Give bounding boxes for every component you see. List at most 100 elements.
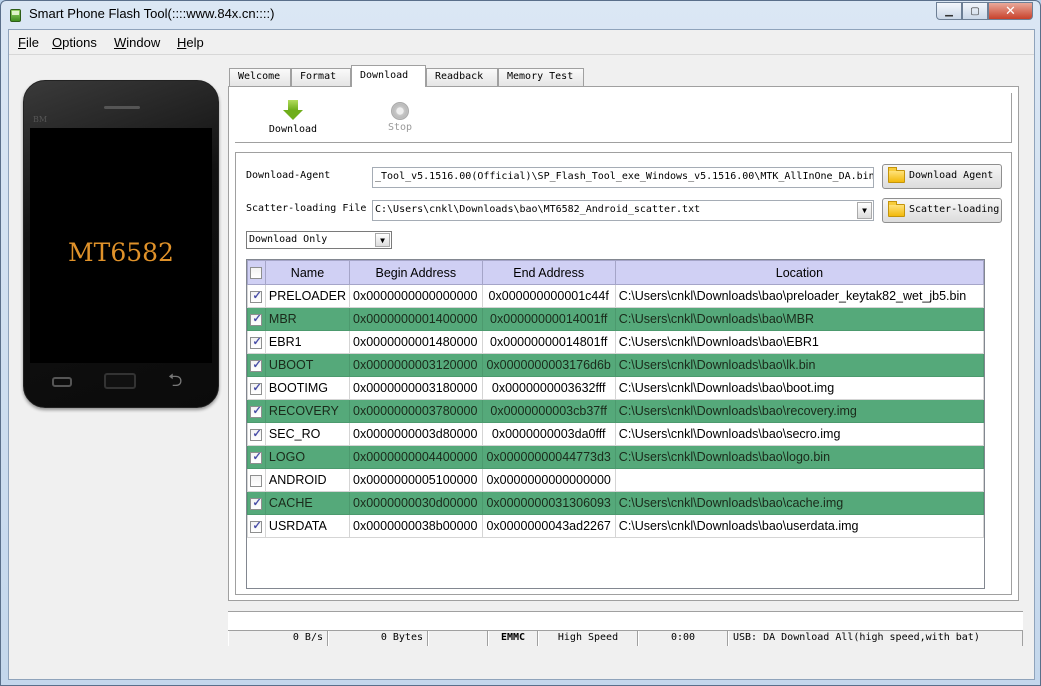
stop-icon [391, 102, 409, 120]
chevron-down-icon[interactable]: ▼ [375, 233, 390, 247]
row-checkbox-cell[interactable] [247, 284, 266, 308]
menu-help[interactable]: Help [177, 35, 204, 50]
column-header-location[interactable]: Location [614, 260, 984, 285]
file-location[interactable]: C:\Users\cnkl\Downloads\bao\EBR1 [614, 330, 984, 354]
title-bar[interactable]: Smart Phone Flash Tool(::::www.84x.cn:::… [1, 1, 1040, 29]
folder-icon [888, 167, 905, 183]
scatter-file-path: C:\Users\cnkl\Downloads\bao\MT6582_Andro… [375, 204, 701, 215]
row-checkbox-cell[interactable] [247, 330, 266, 354]
file-location[interactable]: C:\Users\cnkl\Downloads\bao\MBR [614, 307, 984, 331]
file-location[interactable]: C:\Users\cnkl\Downloads\bao\logo.bin [614, 445, 984, 469]
menu-file[interactable]: File [18, 35, 39, 50]
phone-home-key-icon [104, 373, 136, 389]
tab-readback[interactable]: Readback [426, 68, 498, 86]
scatter-loading-button[interactable]: Scatter-loading [882, 198, 1002, 223]
stop-button[interactable]: Stop [380, 100, 420, 133]
file-location[interactable]: C:\Users\cnkl\Downloads\bao\lk.bin [614, 353, 984, 377]
menu-help-mnemonic: H [177, 35, 187, 50]
partition-table: Name Begin Address End Address Location … [246, 259, 985, 589]
partition-name: CACHE [264, 491, 351, 515]
tab-download[interactable]: Download [351, 65, 426, 87]
menu-options-label: ptions [62, 35, 97, 50]
download-mode-select[interactable]: Download Only ▼ [246, 231, 392, 249]
chip-model-label: MT6582 [68, 238, 174, 267]
row-checkbox-cell[interactable] [247, 307, 266, 331]
row-checkbox[interactable] [250, 335, 263, 349]
column-header-name[interactable]: Name [264, 260, 351, 285]
stop-button-label: Stop [387, 122, 413, 133]
file-location[interactable]: C:\Users\cnkl\Downloads\bao\cache.img [614, 491, 984, 515]
table-row[interactable]: PRELOADER0x00000000000000000x00000000000… [247, 284, 984, 308]
table-row[interactable]: CACHE0x0000000030d000000x000000003130609… [247, 491, 984, 515]
phone-back-key-icon: ⮌ [168, 370, 183, 391]
file-location[interactable]: C:\Users\cnkl\Downloads\bao\preloader_ke… [614, 284, 984, 308]
row-checkbox[interactable] [250, 381, 263, 395]
table-row[interactable]: BOOTIMG0x00000000031800000x0000000003632… [247, 376, 984, 400]
menu-options[interactable]: Options [52, 35, 97, 50]
phone-screen: MT6582 [30, 128, 212, 363]
end-address: 0x0000000003176d6b [481, 353, 616, 377]
row-checkbox[interactable] [250, 404, 263, 418]
menu-window[interactable]: Window [114, 35, 160, 50]
file-location[interactable]: C:\Users\cnkl\Downloads\bao\userdata.img [614, 514, 984, 538]
download-agent-button[interactable]: Download Agent [882, 164, 1002, 189]
close-button[interactable]: ✕ [988, 2, 1033, 20]
row-checkbox[interactable] [250, 519, 263, 533]
end-address: 0x0000000003cb37ff [481, 399, 616, 423]
menu-file-label: ile [25, 35, 39, 50]
select-all-cell[interactable] [247, 260, 266, 285]
select-all-checkbox[interactable] [250, 267, 263, 280]
tab-format[interactable]: Format [291, 68, 351, 86]
download-agent-path-input[interactable]: _Tool_v5.1516.00(Official)\SP_Flash_Tool… [372, 167, 874, 188]
row-checkbox[interactable] [250, 474, 263, 487]
row-checkbox[interactable] [250, 312, 263, 326]
menu-help-label: elp [186, 35, 204, 50]
row-checkbox[interactable] [250, 496, 263, 510]
menu-bar: File Options Window Help [9, 30, 1034, 55]
status-speed: 0 B/s [228, 631, 328, 646]
file-location[interactable]: C:\Users\cnkl\Downloads\bao\secro.img [614, 422, 984, 446]
partition-name: SEC_RO [264, 422, 351, 446]
row-checkbox-cell[interactable] [247, 422, 266, 446]
table-row[interactable]: RECOVERY0x00000000037800000x0000000003cb… [247, 399, 984, 423]
download-button[interactable]: Download [265, 100, 321, 135]
scatter-file-combobox[interactable]: C:\Users\cnkl\Downloads\bao\MT6582_Andro… [372, 200, 874, 221]
menu-window-label: indow [126, 35, 161, 50]
status-bytes: 0 Bytes [328, 631, 428, 646]
begin-address: 0x0000000003120000 [349, 353, 483, 377]
row-checkbox-cell[interactable] [247, 399, 266, 423]
column-header-end-address[interactable]: End Address [481, 260, 616, 285]
table-row[interactable]: USRDATA0x0000000038b000000x0000000043ad2… [247, 514, 984, 538]
table-row[interactable]: SEC_RO0x0000000003d800000x0000000003da0f… [247, 422, 984, 446]
table-row[interactable]: ANDROID 0x0000000005100000 0x0000000000000… [247, 468, 984, 492]
table-row[interactable]: MBR0x00000000014000000x00000000014001ffC… [247, 307, 984, 331]
column-header-begin-address[interactable]: Begin Address [349, 260, 483, 285]
row-checkbox-cell[interactable] [247, 468, 266, 492]
row-checkbox[interactable] [250, 427, 263, 441]
row-checkbox-cell[interactable] [247, 445, 266, 469]
table-row[interactable]: LOGO0x00000000044000000x00000000044773d3… [247, 445, 984, 469]
partition-name: PRELOADER [264, 284, 351, 308]
row-checkbox[interactable] [250, 358, 263, 372]
row-checkbox-cell[interactable] [247, 514, 266, 538]
file-location[interactable] [614, 468, 984, 492]
row-checkbox-cell[interactable] [247, 353, 266, 377]
row-checkbox-cell[interactable] [247, 491, 266, 515]
partition-name: USRDATA [264, 514, 351, 538]
maximize-button[interactable]: ▢ [962, 2, 988, 20]
window-title: Smart Phone Flash Tool(::::www.84x.cn:::… [29, 6, 275, 21]
table-row[interactable]: EBR10x00000000014800000x00000000014801ff… [247, 330, 984, 354]
partition-name: MBR [264, 307, 351, 331]
download-tab-panel: Download Stop Download-Agent _Tool_v5.15… [228, 86, 1019, 601]
row-checkbox-cell[interactable] [247, 376, 266, 400]
chevron-down-icon[interactable]: ▼ [857, 202, 872, 219]
file-location[interactable]: C:\Users\cnkl\Downloads\bao\boot.img [614, 376, 984, 400]
tab-memory-test[interactable]: Memory Test [498, 68, 584, 86]
tab-welcome[interactable]: Welcome [229, 68, 291, 86]
row-checkbox[interactable] [250, 450, 263, 464]
maximize-icon: ▢ [970, 5, 980, 17]
minimize-button[interactable]: ▁ [936, 2, 962, 20]
table-row[interactable]: UBOOT0x00000000031200000x0000000003176d6… [247, 353, 984, 377]
file-location[interactable]: C:\Users\cnkl\Downloads\bao\recovery.img [614, 399, 984, 423]
row-checkbox[interactable] [250, 289, 263, 303]
